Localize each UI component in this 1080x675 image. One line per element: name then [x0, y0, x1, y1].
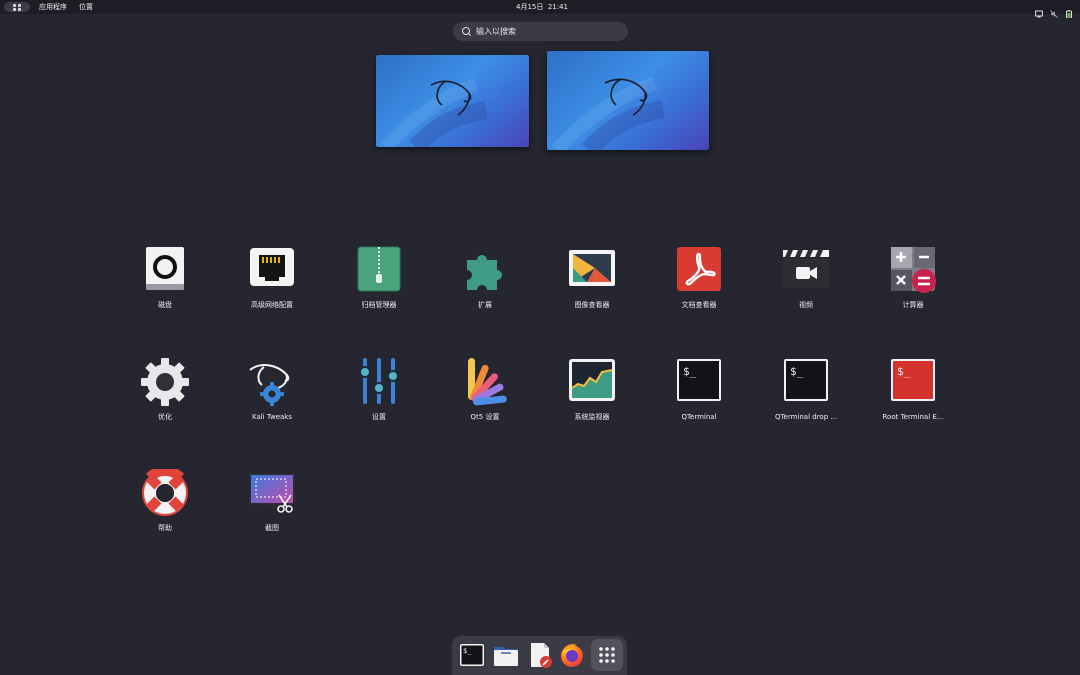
pdf-icon: [675, 246, 723, 294]
screenshot-icon: [248, 469, 296, 517]
applications-menu[interactable]: 应用程序: [39, 1, 67, 13]
kali-tweaks-icon: [248, 358, 296, 406]
app-label: 帮助: [158, 524, 172, 532]
color-fan-icon: [461, 358, 509, 406]
app-help[interactable]: 帮助: [113, 465, 217, 559]
image-viewer-icon: [568, 246, 616, 294]
app-videos[interactable]: 视频: [754, 246, 858, 336]
svg-text:$_: $_: [790, 365, 804, 378]
search-entry[interactable]: 输入以搜索: [453, 22, 628, 41]
lifebuoy-icon: [141, 465, 189, 517]
app-label: 截图: [265, 524, 279, 532]
search-placeholder: 输入以搜索: [476, 27, 516, 36]
app-calculator[interactable]: 计算器: [861, 246, 965, 336]
app-qterminal[interactable]: $_ QTerminal: [647, 358, 751, 448]
app-root-terminal[interactable]: $_ Root Terminal E...: [861, 358, 965, 448]
app-label: 图像查看器: [574, 301, 610, 309]
app-label: 系统监视器: [574, 413, 610, 421]
terminal-icon: $_: [782, 358, 830, 406]
app-archive-manager[interactable]: 归档管理器: [327, 246, 431, 336]
app-tweaks[interactable]: 优化: [113, 358, 217, 448]
app-qterminal-dropdown[interactable]: $_ QTerminal drop ...: [754, 358, 858, 448]
terminal-icon: $_: [675, 358, 723, 406]
app-label: 高级网络配置: [251, 301, 293, 309]
archive-icon: [355, 246, 403, 294]
app-label: 磁盘: [158, 301, 172, 309]
app-settings[interactable]: 设置: [327, 358, 431, 448]
puzzle-icon: [461, 246, 509, 294]
workspace-thumbnail-1[interactable]: [376, 55, 529, 147]
screen-icon[interactable]: [1035, 3, 1043, 18]
kali-dragon-icon: [380, 78, 488, 147]
app-qt5-settings[interactable]: Qt5 设置: [433, 358, 537, 448]
battery-icon[interactable]: [1065, 3, 1073, 19]
svg-text:$_: $_: [463, 647, 472, 655]
calculator-icon: [889, 246, 937, 294]
workspace-thumbnail-2[interactable]: [547, 51, 709, 150]
app-label: Kali Tweaks: [251, 413, 292, 421]
places-menu[interactable]: 位置: [79, 1, 93, 13]
clapperboard-icon: [782, 246, 830, 294]
app-label: 计算器: [902, 301, 924, 309]
app-extensions[interactable]: 扩展: [433, 246, 537, 336]
sliders-icon: [355, 358, 403, 406]
clock-time: 21:41: [547, 3, 569, 11]
app-label: QTerminal: [681, 413, 717, 421]
dash-firefox-icon[interactable]: [558, 641, 586, 669]
mute-icon[interactable]: [1050, 3, 1058, 18]
kali-dragon-icon: [551, 76, 665, 150]
app-system-monitor[interactable]: 系统监视器: [540, 358, 644, 448]
app-screenshot[interactable]: 截图: [220, 469, 324, 559]
root-terminal-icon: $_: [889, 358, 937, 406]
show-apps-button[interactable]: [591, 639, 623, 671]
app-label: Root Terminal E...: [882, 413, 944, 421]
system-monitor-icon: [568, 358, 616, 406]
app-label: 优化: [158, 413, 172, 421]
disk-icon: [141, 246, 189, 294]
activities-button[interactable]: [4, 2, 30, 12]
dash-text-editor-icon[interactable]: [526, 641, 554, 669]
svg-text:$_: $_: [683, 365, 697, 378]
top-bar: 应用程序 位置 4月15日 21:41: [0, 0, 1080, 19]
clock[interactable]: 4月15日 21:41: [516, 1, 568, 13]
svg-text:$_: $_: [897, 365, 911, 378]
app-label: 扩展: [478, 301, 492, 309]
app-document-viewer[interactable]: 文档查看器: [647, 246, 751, 336]
dash-terminal-icon[interactable]: $_: [458, 641, 486, 669]
app-disks[interactable]: 磁盘: [113, 246, 217, 336]
app-label: 文档查看器: [681, 301, 717, 309]
dash: $_: [452, 636, 627, 675]
search-icon: [462, 27, 470, 35]
dash-files-icon[interactable]: [492, 641, 520, 669]
app-label: 归档管理器: [361, 301, 397, 309]
app-image-viewer[interactable]: 图像查看器: [540, 246, 644, 336]
app-kali-tweaks[interactable]: Kali Tweaks: [220, 358, 324, 448]
clock-date: 4月15日: [516, 3, 544, 11]
app-network-config[interactable]: 高级网络配置: [220, 246, 324, 336]
app-label: 设置: [372, 413, 386, 421]
app-label: QTerminal drop ...: [774, 413, 838, 421]
app-label: Qt5 设置: [470, 413, 500, 421]
ethernet-port-icon: [248, 246, 296, 294]
app-label: 视频: [799, 301, 813, 309]
gear-icon: [141, 358, 189, 406]
